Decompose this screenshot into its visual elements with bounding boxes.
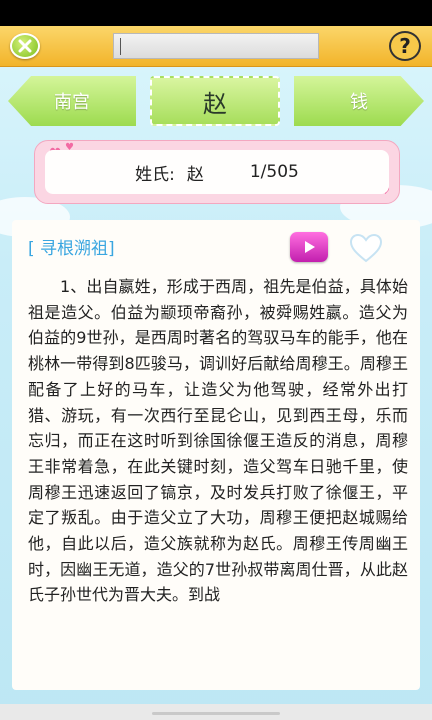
surname-info-card: ♥ ♥ ♥ ♥ ♥ 姓氏: 赵 1/505 [34, 140, 400, 204]
next-surname-button[interactable]: 钱 [294, 76, 424, 126]
close-button[interactable] [10, 33, 40, 59]
prev-surname-button[interactable]: 南宫 [8, 76, 136, 126]
favorite-button[interactable] [348, 232, 384, 264]
close-x-icon [18, 39, 32, 53]
search-input[interactable] [113, 33, 319, 59]
status-bar [0, 0, 432, 26]
origin-text: 1、出自嬴姓，形成于西周，祖先是伯益，具体始祖是造父。伯益为颛顼帝裔孙，被舜赐姓… [28, 277, 408, 605]
surname-position: 1/505 [249, 162, 299, 182]
surname-info-label: 姓氏: [135, 164, 175, 185]
scroll-indicator [152, 712, 280, 715]
play-audio-button[interactable] [290, 232, 328, 262]
help-icon: ? [399, 34, 411, 58]
heart-outline-icon [349, 233, 383, 263]
prev-surname-label: 南宫 [54, 92, 90, 113]
next-surname-label: 钱 [350, 92, 368, 113]
top-bar: ? [0, 26, 432, 67]
content-panel: [ 寻根溯祖] 1、出自嬴姓，形成于西周，祖先是伯益，具体始祖是造父。伯益为颛顼… [12, 220, 420, 690]
current-surname-display: 赵 [150, 76, 280, 126]
surname-info-value: 赵 [186, 164, 204, 185]
surname-info: 姓氏: 赵 1/505 [45, 150, 389, 194]
section-title: [ 寻根溯祖] [28, 239, 115, 259]
play-icon [305, 241, 315, 253]
current-surname-label: 赵 [203, 89, 227, 118]
help-button[interactable]: ? [389, 31, 421, 61]
